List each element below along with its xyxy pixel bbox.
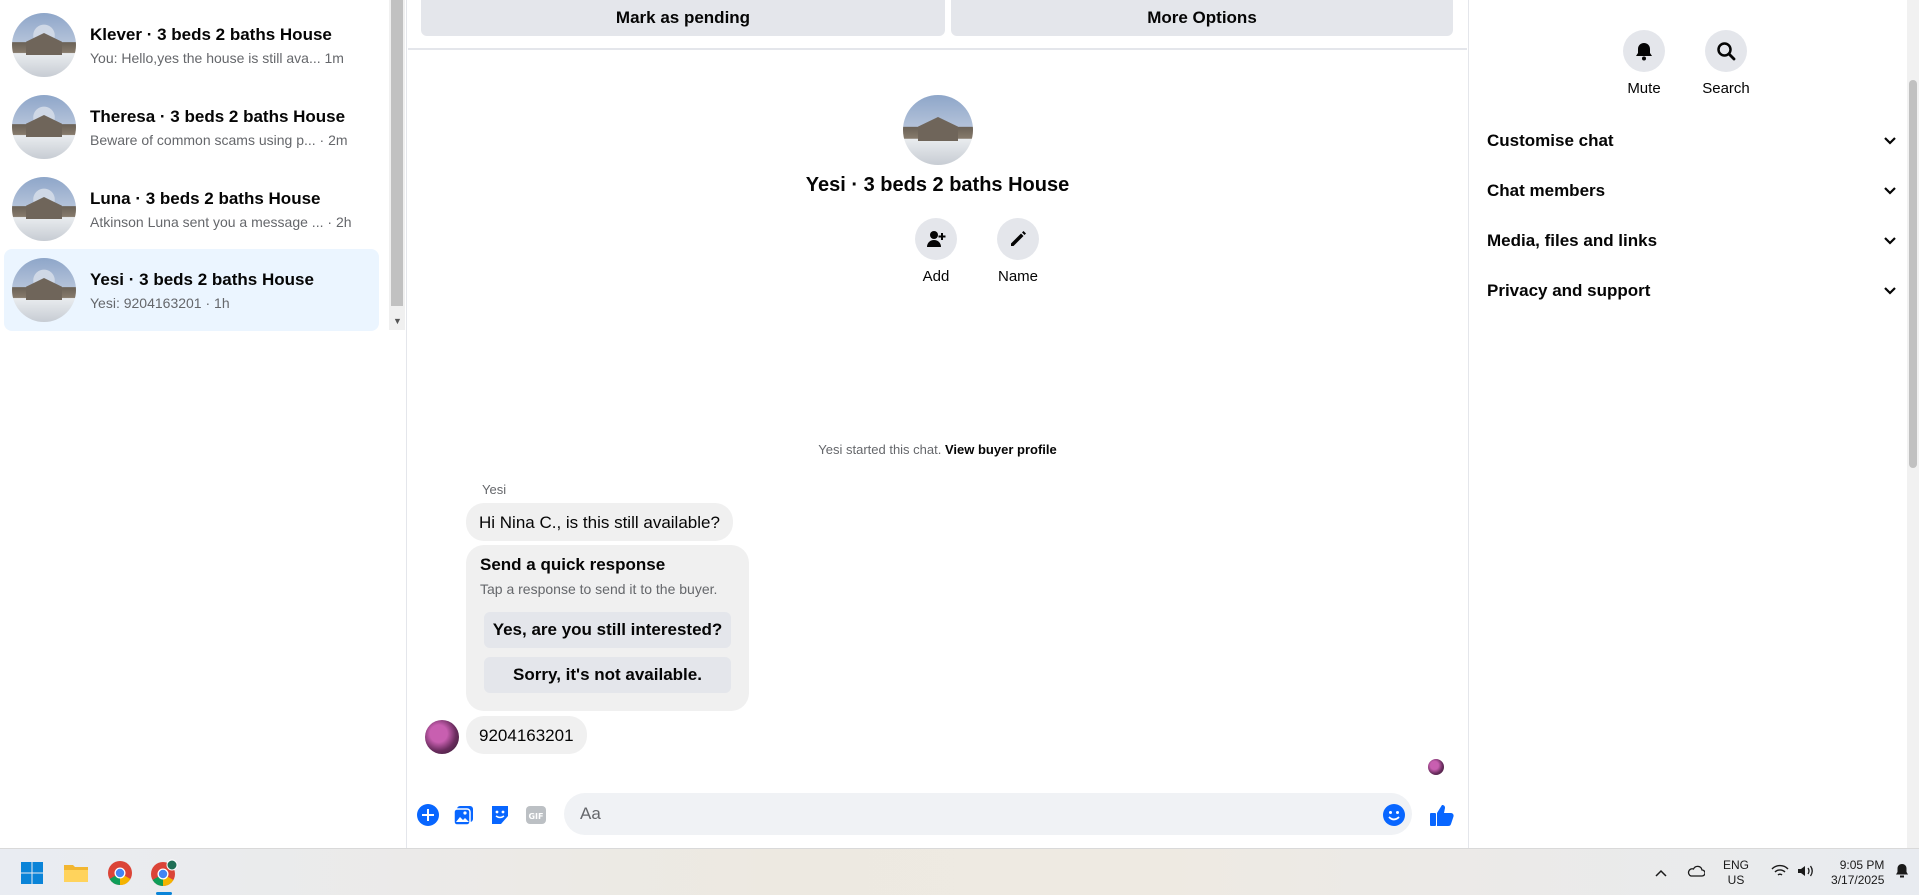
notification-bell-icon[interactable] <box>1894 863 1910 882</box>
search-label: Search <box>1702 80 1750 97</box>
sticker-icon[interactable] <box>488 803 512 827</box>
scroll-down-arrow-icon[interactable]: ▼ <box>393 316 402 326</box>
section-customise-chat[interactable]: Customise chat <box>1487 121 1897 161</box>
chevron-down-icon <box>1883 131 1897 151</box>
listing-thumbnail <box>12 258 76 322</box>
more-options-button[interactable]: More Options <box>951 0 1453 36</box>
chat-started-text: Yesi started this chat. <box>818 442 942 457</box>
chat-avatar <box>903 95 973 165</box>
wifi-icon[interactable] <box>1771 864 1789 881</box>
region-code: US <box>1727 872 1745 887</box>
page-scrollbar[interactable] <box>1907 0 1919 848</box>
add-action[interactable]: Add <box>896 218 976 285</box>
name-label: Name <box>997 268 1038 285</box>
clock[interactable]: 9:05 PM 3/17/2025 <box>1831 858 1884 888</box>
chat-started-notice: Yesi started this chat. View buyer profi… <box>408 442 1467 457</box>
sender-avatar <box>425 720 459 754</box>
seen-avatar <box>1428 759 1444 775</box>
section-label: Media, files and links <box>1487 231 1658 250</box>
conversation-time: 2m <box>328 131 348 148</box>
message-bubble: 9204163201 <box>466 716 587 754</box>
listing-thumbnail <box>12 177 76 241</box>
divider <box>408 48 1467 50</box>
message-bubble: Hi Nina C., is this still available? <box>466 503 733 541</box>
system-tray: ENG US 9:05 PM 3/17/2025 <box>1655 849 1910 896</box>
chat-title: Yesi · 3 beds 2 baths House <box>805 174 1070 196</box>
messenger-app: Klever · 3 beds 2 baths House You: Hello… <box>0 0 1919 848</box>
conversation-preview: You: Hello,yes the house is still ava... <box>90 49 321 66</box>
photo-icon[interactable] <box>452 803 476 827</box>
chat-info-panel: Mute Search Customise chat Chat members … <box>1468 0 1919 848</box>
section-label: Privacy and support <box>1487 281 1651 300</box>
conversation-time: 1m <box>324 49 344 66</box>
section-media-files-links[interactable]: Media, files and links <box>1487 221 1897 261</box>
section-label: Chat members <box>1487 181 1606 200</box>
clock-date: 3/17/2025 <box>1831 872 1885 887</box>
chat-pane: Mark as pending More Options Yesi · 3 be… <box>408 0 1467 848</box>
pencil-icon[interactable] <box>997 218 1039 260</box>
conversation-name: Theresa · 3 beds 2 baths House <box>90 106 346 126</box>
add-label: Add <box>922 268 950 285</box>
mark-as-pending-button[interactable]: Mark as pending <box>421 0 945 36</box>
view-buyer-profile-link[interactable]: View buyer profile <box>945 442 1057 457</box>
mute-label: Mute <box>1627 80 1661 97</box>
conversation-name: Luna · 3 beds 2 baths House <box>90 188 321 208</box>
conversation-preview: Yesi: 9204163201 <box>90 294 202 311</box>
message-input-box[interactable] <box>564 793 1412 835</box>
plus-icon[interactable] <box>416 803 440 827</box>
chevron-down-icon <box>1883 231 1897 251</box>
onedrive-icon[interactable] <box>1687 865 1706 880</box>
svg-text:GIF: GIF <box>528 812 543 821</box>
quick-response-card: Send a quick response Tap a response to … <box>466 545 749 711</box>
quick-response-subtitle: Tap a response to send it to the buyer. <box>480 581 718 597</box>
listing-thumbnail <box>12 13 76 77</box>
chevron-up-icon[interactable] <box>1655 866 1667 880</box>
chrome-profile-icon[interactable] <box>150 859 178 887</box>
listing-thumbnail <box>12 95 76 159</box>
search-action[interactable]: Search <box>1691 30 1761 97</box>
conversation-preview: Beware of common scams using p... <box>90 131 316 148</box>
section-privacy-support[interactable]: Privacy and support <box>1487 271 1897 311</box>
conversation-item-active[interactable]: Yesi · 3 beds 2 baths House Yesi: 920416… <box>4 249 379 331</box>
language-code: ENG <box>1723 857 1750 872</box>
windows-start-icon[interactable] <box>18 859 46 887</box>
quick-response-yes-button[interactable]: Yes, are you still interested? <box>484 612 731 648</box>
conversation-name: Yesi · 3 beds 2 baths House <box>90 269 314 289</box>
scrollbar-thumb[interactable] <box>1909 80 1917 468</box>
chevron-down-icon <box>1883 181 1897 201</box>
language-indicator[interactable]: ENG US <box>1723 858 1749 888</box>
file-explorer-icon[interactable] <box>62 859 90 887</box>
clock-time: 9:05 PM <box>1839 857 1885 872</box>
section-chat-members[interactable]: Chat members <box>1487 171 1897 211</box>
bell-icon[interactable] <box>1623 30 1665 72</box>
conversation-name: Klever · 3 beds 2 baths House <box>90 24 332 44</box>
chrome-icon[interactable] <box>106 859 134 887</box>
section-label: Customise chat <box>1487 131 1614 150</box>
conversation-item[interactable]: Theresa · 3 beds 2 baths House Beware of… <box>4 87 379 167</box>
thumbs-up-icon[interactable] <box>1428 803 1456 827</box>
gif-icon[interactable]: GIF <box>524 803 548 827</box>
speaker-icon[interactable] <box>1797 864 1815 881</box>
conversation-item[interactable]: Luna · 3 beds 2 baths House Atkinson Lun… <box>4 169 379 249</box>
quick-response-sorry-button[interactable]: Sorry, it's not available. <box>484 657 731 693</box>
quick-response-title: Send a quick response <box>480 555 666 574</box>
search-icon[interactable] <box>1705 30 1747 72</box>
message-input[interactable] <box>580 793 1360 835</box>
name-action[interactable]: Name <box>978 218 1058 285</box>
emoji-icon[interactable] <box>1382 803 1406 827</box>
scrollbar-thumb[interactable] <box>391 0 403 306</box>
conversation-item[interactable]: Klever · 3 beds 2 baths House You: Hello… <box>4 5 379 85</box>
mute-action[interactable]: Mute <box>1609 30 1679 97</box>
chevron-down-icon <box>1883 281 1897 301</box>
conversation-time: 2h <box>335 213 352 230</box>
conversation-list: Klever · 3 beds 2 baths House You: Hello… <box>0 0 407 848</box>
conversation-preview: Atkinson Luna sent you a message ... <box>90 213 324 230</box>
conversation-time: 1h <box>214 294 230 311</box>
conversation-list-scrollbar[interactable]: ▼ <box>389 0 405 330</box>
windows-taskbar: ENG US 9:05 PM 3/17/2025 <box>0 848 1919 895</box>
sender-name: Yesi <box>482 482 507 497</box>
add-person-icon[interactable] <box>915 218 957 260</box>
